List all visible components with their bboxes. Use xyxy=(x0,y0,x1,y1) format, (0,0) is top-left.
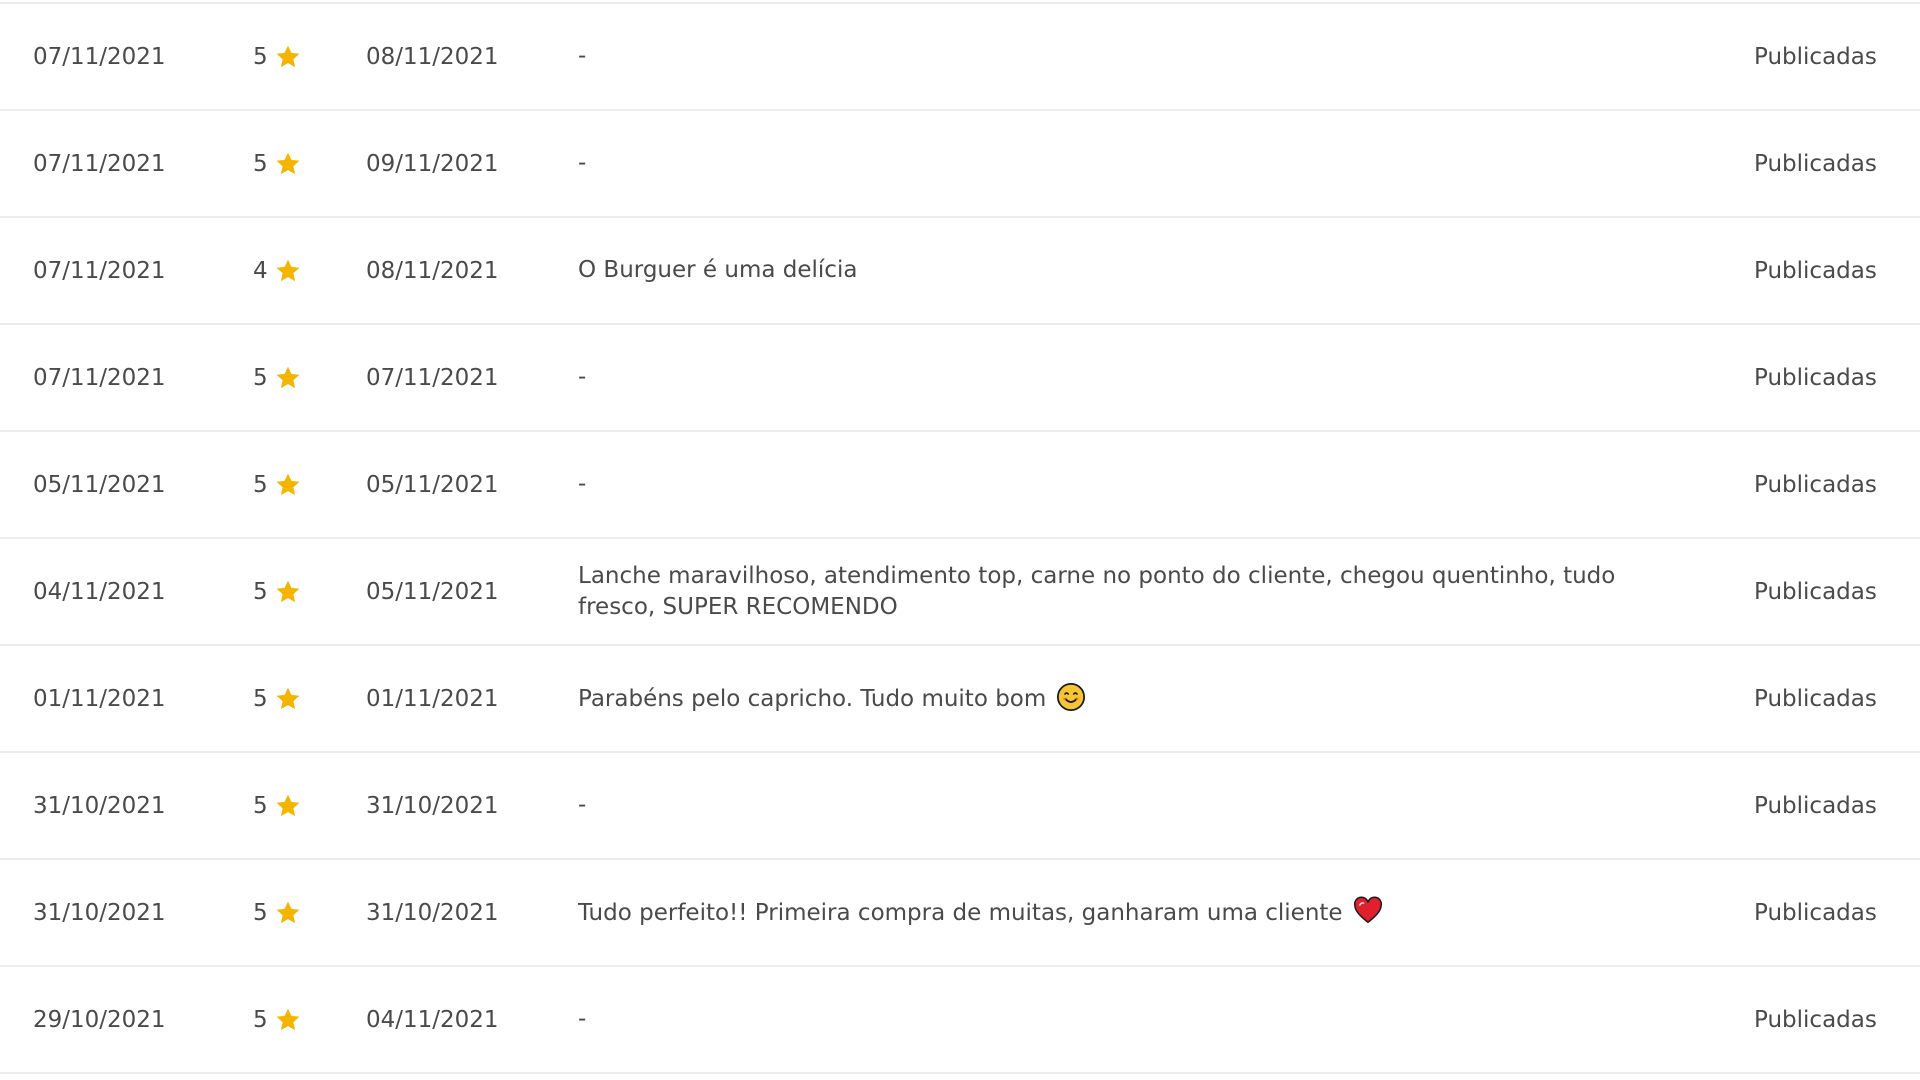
review-comment-text: - xyxy=(578,471,587,497)
status-label: Publicadas xyxy=(1754,43,1877,70)
table-row[interactable]: 07/11/2021 4 08/11/2021 O Burguer é uma del… xyxy=(0,218,1920,325)
review-comment: - xyxy=(578,325,1668,430)
reply-date: 31/10/2021 xyxy=(366,792,499,819)
star-icon xyxy=(276,473,300,495)
rating: 5 xyxy=(253,325,333,430)
rating: 5 xyxy=(253,646,333,751)
star-icon xyxy=(276,152,300,174)
status-label: Publicadas xyxy=(1754,257,1877,284)
reply-date: 01/11/2021 xyxy=(366,685,499,712)
star-icon xyxy=(276,687,300,709)
review-comment: - xyxy=(578,432,1668,537)
star-icon xyxy=(276,259,300,281)
review-date: 04/11/2021 xyxy=(33,578,166,605)
review-date: 01/11/2021 xyxy=(33,685,166,712)
review-date: 31/10/2021 xyxy=(33,899,166,926)
review-comment: - xyxy=(578,753,1668,858)
rating-value: 5 xyxy=(253,685,268,712)
reply-date: 07/11/2021 xyxy=(366,364,499,391)
rating-value: 5 xyxy=(253,899,268,926)
rating-value: 5 xyxy=(253,150,268,177)
star-icon xyxy=(276,794,300,816)
rating: 4 xyxy=(253,218,333,323)
status-label: Publicadas xyxy=(1754,150,1877,177)
status-label: Publicadas xyxy=(1754,471,1877,498)
review-comment-text: - xyxy=(578,43,587,69)
rating: 5 xyxy=(253,967,333,1072)
star-icon xyxy=(276,1008,300,1030)
review-comment: - xyxy=(578,4,1668,109)
reply-date: 31/10/2021 xyxy=(366,899,499,926)
review-date: 07/11/2021 xyxy=(33,364,166,391)
rating: 5 xyxy=(253,111,333,216)
rating: 5 xyxy=(253,4,333,109)
star-icon xyxy=(276,45,300,67)
review-comment: - xyxy=(578,111,1668,216)
reply-date: 05/11/2021 xyxy=(366,578,499,605)
review-date: 31/10/2021 xyxy=(33,792,166,819)
review-comment: - xyxy=(578,967,1668,1072)
status-label: Publicadas xyxy=(1754,1006,1877,1033)
reply-date: 08/11/2021 xyxy=(366,43,499,70)
rating: 5 xyxy=(253,539,333,644)
review-comment: Parabéns pelo capricho. Tudo muito bom xyxy=(578,646,1668,751)
review-comment-text: - xyxy=(578,150,587,176)
rating-value: 5 xyxy=(253,578,268,605)
table-row[interactable]: 07/11/2021 5 09/11/2021 - Publicadas xyxy=(0,111,1920,218)
reply-date: 09/11/2021 xyxy=(366,150,499,177)
reply-date: 05/11/2021 xyxy=(366,471,499,498)
status-label: Publicadas xyxy=(1754,792,1877,819)
table-row[interactable]: 04/11/2021 5 05/11/2021 Lanche maravilhoso,… xyxy=(0,539,1920,646)
review-comment-text: Lanche maravilhoso, atendimento top, car… xyxy=(578,562,1616,620)
review-date: 07/11/2021 xyxy=(33,257,166,284)
table-row[interactable]: 29/10/2021 5 04/11/2021 - Publicadas xyxy=(0,967,1920,1074)
review-comment: Tudo perfeito!! Primeira compra de muita… xyxy=(578,860,1668,965)
reply-date: 08/11/2021 xyxy=(366,257,499,284)
review-comment-text: Tudo perfeito!! Primeira compra de muita… xyxy=(578,900,1343,926)
table-row[interactable]: 31/10/2021 5 31/10/2021 - Publicadas xyxy=(0,753,1920,860)
star-icon xyxy=(276,366,300,388)
review-comment-text: - xyxy=(578,792,587,818)
rating: 5 xyxy=(253,753,333,858)
reviews-table: 07/11/2021 5 08/11/2021- Publicadas 07/11/20… xyxy=(0,4,1920,1074)
rating: 5 xyxy=(253,860,333,965)
review-date: 07/11/2021 xyxy=(33,43,166,70)
status-label: Publicadas xyxy=(1754,685,1877,712)
review-date: 07/11/2021 xyxy=(33,150,166,177)
star-icon xyxy=(276,580,300,602)
review-comment: O Burguer é uma delícia xyxy=(578,218,1668,323)
review-comment-text: - xyxy=(578,1006,587,1032)
rating-value: 5 xyxy=(253,792,268,819)
status-label: Publicadas xyxy=(1754,899,1877,926)
rating-value: 5 xyxy=(253,364,268,391)
review-comment-text: - xyxy=(578,364,587,390)
review-date: 29/10/2021 xyxy=(33,1006,166,1033)
table-row[interactable]: 07/11/2021 5 08/11/2021 - Publicadas xyxy=(0,4,1920,111)
table-row[interactable]: 01/11/2021 5 01/11/2021 Parabéns pelo capri… xyxy=(0,646,1920,753)
review-comment-text: Parabéns pelo capricho. Tudo muito bom xyxy=(578,686,1047,712)
table-row[interactable]: 31/10/2021 5 31/10/2021 Tudo perfeito!! Pri… xyxy=(0,860,1920,967)
rating-value: 5 xyxy=(253,1006,268,1033)
star-icon xyxy=(276,901,300,923)
rating-value: 5 xyxy=(253,43,268,70)
review-comment: Lanche maravilhoso, atendimento top, car… xyxy=(578,539,1668,644)
red-heart-icon xyxy=(1353,896,1382,924)
reply-date: 04/11/2021 xyxy=(366,1006,499,1033)
smiling-face-icon xyxy=(1057,683,1086,711)
status-label: Publicadas xyxy=(1754,364,1877,391)
table-row[interactable]: 05/11/2021 5 05/11/2021 - Publicadas xyxy=(0,432,1920,539)
review-date: 05/11/2021 xyxy=(33,471,166,498)
review-comment-text: O Burguer é uma delícia xyxy=(578,257,858,283)
status-label: Publicadas xyxy=(1754,578,1877,605)
rating-value: 5 xyxy=(253,471,268,498)
rating: 5 xyxy=(253,432,333,537)
table-row[interactable]: 07/11/2021 5 07/11/2021 - Publicadas xyxy=(0,325,1920,432)
rating-value: 4 xyxy=(253,257,268,284)
